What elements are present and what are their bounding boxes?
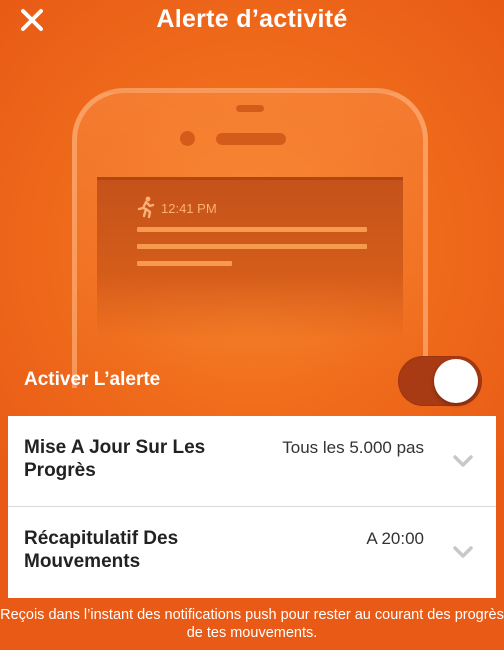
chevron-down-icon[interactable] [452, 454, 474, 468]
header-bar: Alerte d’activité [0, 0, 504, 44]
progress-update-row[interactable]: Mise A Jour Sur Les Progrès Tous les 5.0… [8, 416, 496, 506]
alert-toggle-switch[interactable] [398, 356, 482, 406]
notification-time: 12:41 PM [161, 201, 217, 216]
row-title: Récapitulatif Des Mouvements [24, 528, 179, 572]
row-value: Tous les 5.000 pas [282, 438, 424, 457]
phone-speaker [236, 105, 264, 112]
toggle-knob[interactable] [434, 359, 478, 403]
alert-toggle-label: Activer L’alerte [24, 369, 161, 390]
row-value: A 20:00 [366, 529, 424, 548]
phone-screen: 12:41 PM [97, 177, 403, 340]
notification-line [137, 227, 367, 232]
notification-line [137, 261, 232, 266]
phone-earpiece [216, 133, 286, 145]
page-title: Alerte d’activité [156, 5, 348, 33]
notification-line [137, 244, 367, 249]
running-person-icon [137, 196, 155, 218]
footer-description: Reçois dans l’instant des notifications … [0, 607, 504, 641]
settings-card: Mise A Jour Sur Les Progrès Tous les 5.0… [8, 416, 496, 598]
phone-camera [180, 131, 195, 146]
chevron-down-icon[interactable] [452, 545, 474, 559]
row-title: Mise A Jour Sur Les Progrès [24, 437, 206, 481]
movement-summary-row[interactable]: Récapitulatif Des Mouvements A 20:00 [8, 506, 496, 597]
